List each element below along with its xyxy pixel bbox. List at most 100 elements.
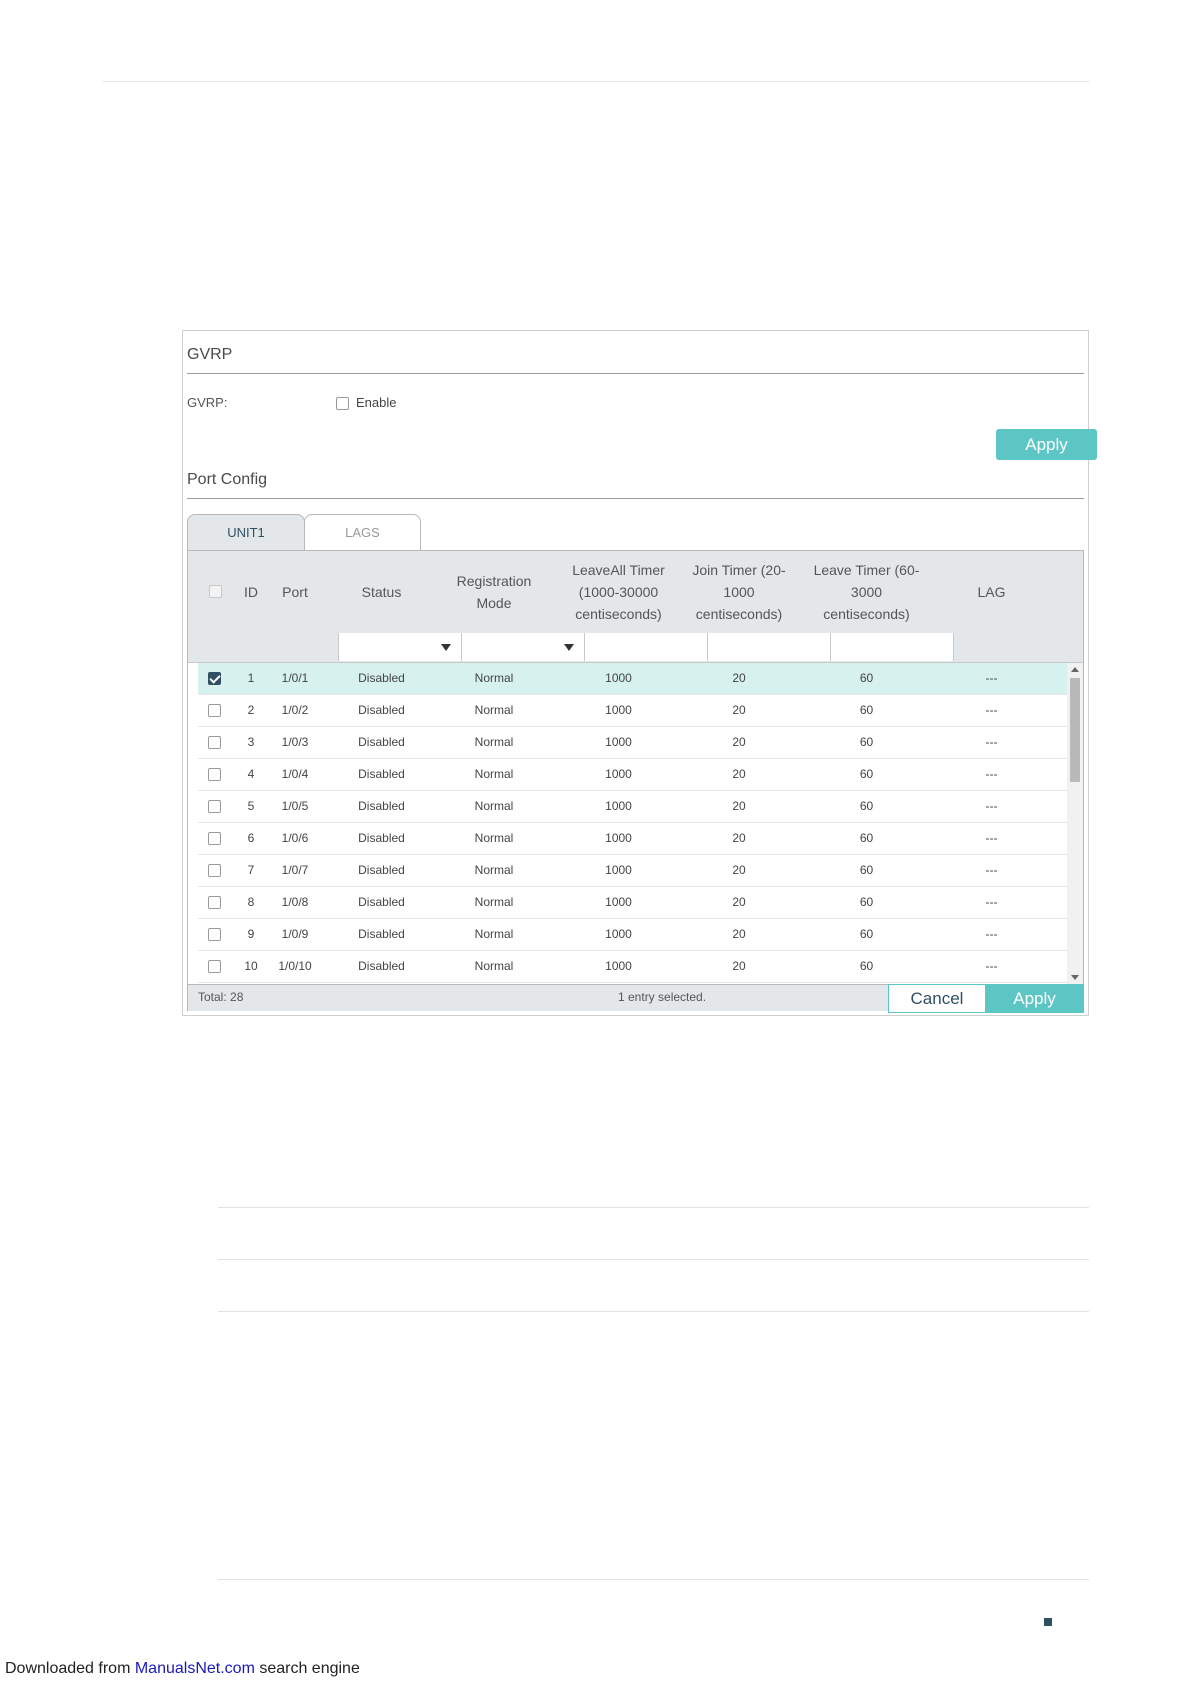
join-timer-filter-input[interactable] (707, 633, 831, 661)
table-row[interactable]: 5 1/0/5 Disabled Normal 1000 20 60 --- (198, 791, 1067, 823)
cancel-button[interactable]: Cancel (888, 984, 986, 1013)
row-checkbox[interactable] (208, 800, 221, 813)
col-header-port[interactable]: Port (270, 551, 320, 632)
cell-join-timer: 20 (732, 959, 746, 973)
chevron-down-icon (564, 644, 574, 651)
cell-registration-mode: Normal (474, 927, 514, 941)
cell-id: 3 (247, 735, 255, 749)
cell-leave-timer: 60 (859, 735, 874, 749)
port-config-section-divider (187, 498, 1084, 499)
manualsnet-link[interactable]: ManualsNet.com (135, 1660, 255, 1677)
cell-status: Disabled (358, 671, 405, 685)
col-header-registration-mode[interactable]: Registration Mode (449, 551, 539, 632)
cell-lag: --- (985, 767, 998, 781)
table-row[interactable]: 1 1/0/1 Disabled Normal 1000 20 60 --- (198, 663, 1067, 695)
cell-status: Disabled (358, 863, 405, 877)
top-rule (103, 81, 1089, 82)
cell-leave-timer: 60 (859, 863, 874, 877)
cell-leave-timer: 60 (859, 895, 874, 909)
cell-leaveall-timer: 1000 (605, 703, 632, 717)
table-scrollbar[interactable] (1067, 663, 1083, 984)
row-checkbox[interactable] (208, 864, 221, 877)
table-row[interactable]: 6 1/0/6 Disabled Normal 1000 20 60 --- (198, 823, 1067, 855)
cell-status: Disabled (358, 959, 405, 973)
cell-lag: --- (985, 895, 998, 909)
cell-lag: --- (985, 735, 998, 749)
gvrp-enable-checkbox[interactable] (336, 397, 349, 410)
cell-leave-timer: 60 (859, 799, 874, 813)
cell-lag: --- (985, 959, 998, 973)
cell-port: 1/0/4 (281, 767, 309, 781)
cell-lag: --- (985, 799, 998, 813)
leaveall-timer-filter-input[interactable] (584, 633, 708, 661)
cell-lag: --- (985, 703, 998, 717)
cell-lag: --- (985, 927, 998, 941)
status-filter-select[interactable] (338, 633, 462, 661)
cell-id: 1 (247, 671, 255, 685)
cell-id: 8 (247, 895, 255, 909)
row-checkbox[interactable] (208, 704, 221, 717)
table-row[interactable]: 4 1/0/4 Disabled Normal 1000 20 60 --- (198, 759, 1067, 791)
table-row[interactable]: 10 1/0/10 Disabled Normal 1000 20 60 --- (198, 951, 1067, 983)
footer-suffix: search engine (254, 1660, 360, 1677)
cell-leaveall-timer: 1000 (605, 895, 632, 909)
col-header-leave-timer[interactable]: Leave Timer (60-3000 centiseconds) (809, 551, 924, 632)
cell-id: 10 (244, 959, 258, 973)
scroll-down-icon[interactable] (1071, 975, 1079, 980)
tab-lags[interactable]: LAGS (304, 514, 421, 551)
chevron-down-icon (441, 644, 451, 651)
cell-status: Disabled (358, 831, 405, 845)
table-row[interactable]: 7 1/0/7 Disabled Normal 1000 20 60 --- (198, 855, 1067, 887)
cell-leaveall-timer: 1000 (605, 671, 632, 685)
rule-2 (218, 1259, 1089, 1260)
gvrp-config-panel: GVRP GVRP: Enable Apply Port Config UNIT… (182, 330, 1097, 1016)
row-checkbox[interactable] (208, 768, 221, 781)
cell-status: Disabled (358, 767, 405, 781)
table-row[interactable]: 8 1/0/8 Disabled Normal 1000 20 60 --- (198, 887, 1067, 919)
cell-leave-timer: 60 (859, 671, 874, 685)
gvrp-label: GVRP: (187, 395, 228, 410)
row-checkbox[interactable] (208, 832, 221, 845)
table-row[interactable]: 9 1/0/9 Disabled Normal 1000 20 60 --- (198, 919, 1067, 951)
gvrp-apply-button[interactable]: Apply (996, 429, 1097, 460)
gvrp-enable-label[interactable]: Enable (356, 395, 396, 410)
scroll-up-icon[interactable] (1071, 667, 1079, 672)
cell-leaveall-timer: 1000 (605, 863, 632, 877)
leave-timer-filter-input[interactable] (830, 633, 954, 661)
row-checkbox[interactable] (208, 736, 221, 749)
cell-join-timer: 20 (732, 767, 746, 781)
scrollbar-thumb[interactable] (1070, 678, 1080, 782)
cell-status: Disabled (358, 895, 405, 909)
selection-count: 1 entry selected. (618, 990, 707, 1004)
port-config-apply-button[interactable]: Apply (985, 984, 1084, 1013)
col-header-lag[interactable]: LAG (935, 551, 1048, 632)
cell-leave-timer: 60 (859, 767, 874, 781)
cell-id: 7 (247, 863, 255, 877)
cell-leaveall-timer: 1000 (605, 735, 632, 749)
rule-4 (218, 1579, 1089, 1580)
cell-leaveall-timer: 1000 (605, 959, 632, 973)
row-checkbox[interactable] (208, 896, 221, 909)
cell-id: 9 (247, 927, 255, 941)
col-header-join-timer[interactable]: Join Timer (20-1000 centiseconds) (689, 551, 789, 632)
cell-port: 1/0/1 (281, 671, 309, 685)
table-row[interactable]: 3 1/0/3 Disabled Normal 1000 20 60 --- (198, 727, 1067, 759)
select-all-checkbox[interactable] (208, 585, 222, 598)
col-header-leaveall-timer[interactable]: LeaveAll Timer (1000-30000 centiseconds) (562, 551, 675, 632)
cell-join-timer: 20 (732, 895, 746, 909)
cell-status: Disabled (358, 927, 405, 941)
cell-lag: --- (985, 863, 998, 877)
table-row[interactable]: 2 1/0/2 Disabled Normal 1000 20 60 --- (198, 695, 1067, 727)
row-checkbox[interactable] (208, 960, 221, 973)
registration-mode-filter-select[interactable] (461, 633, 585, 661)
cell-port: 1/0/3 (281, 735, 309, 749)
tab-unit1[interactable]: UNIT1 (187, 514, 305, 551)
cell-port: 1/0/9 (281, 927, 309, 941)
row-checkbox[interactable] (208, 928, 221, 941)
cell-join-timer: 20 (732, 831, 746, 845)
col-header-status[interactable]: Status (325, 551, 438, 632)
download-footer: Downloaded from ManualsNet.com search en… (5, 1660, 360, 1678)
row-checkbox[interactable] (208, 672, 221, 685)
cell-leaveall-timer: 1000 (605, 799, 632, 813)
col-header-id[interactable]: ID (232, 551, 270, 632)
